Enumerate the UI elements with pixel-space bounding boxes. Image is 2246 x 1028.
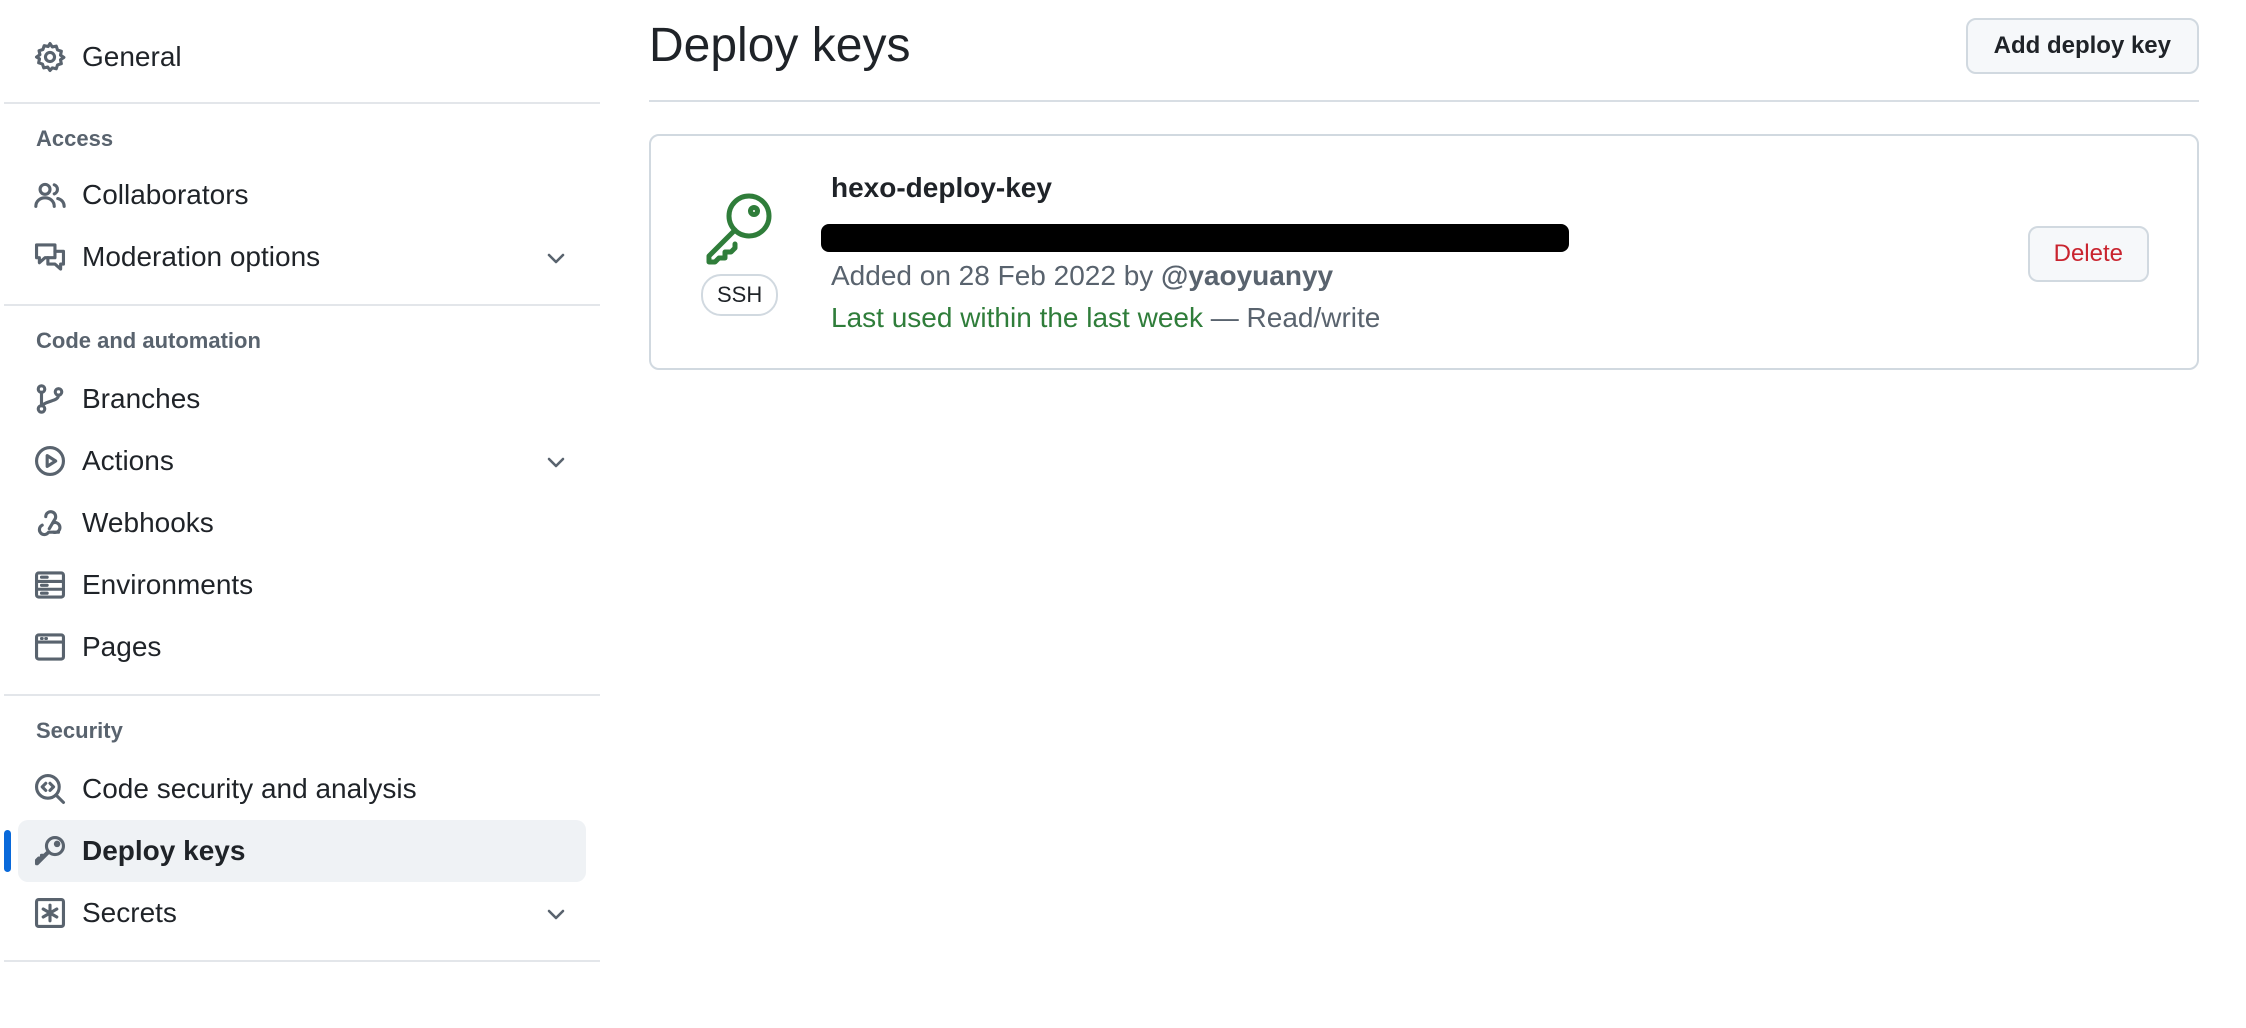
asterisk-icon bbox=[32, 895, 68, 931]
sidebar-item-label: Secrets bbox=[82, 897, 177, 928]
server-icon bbox=[32, 567, 68, 603]
chevron-down-icon[interactable] bbox=[544, 449, 568, 473]
main-content: Deploy keys Add deploy key SSH hexo-depl… bbox=[649, 0, 2199, 370]
chevron-down-icon[interactable] bbox=[544, 901, 568, 925]
sidebar-item-label: Environments bbox=[82, 569, 254, 600]
sidebar-item-actions[interactable]: Actions bbox=[18, 430, 586, 492]
sidebar-item-label: Moderation options bbox=[82, 241, 321, 272]
people-icon bbox=[32, 177, 68, 213]
key-type-badge: SSH bbox=[701, 274, 779, 316]
section-heading-security: Security bbox=[36, 718, 123, 743]
key-access-level: — Read/write bbox=[1202, 302, 1381, 333]
section-heading-code-automation: Code and automation bbox=[36, 328, 261, 353]
sidebar-item-deploy-keys[interactable]: Deploy keys bbox=[4, 820, 586, 882]
redacted-fingerprint bbox=[821, 224, 1569, 252]
key-added-user[interactable]: @yaoyuanyy bbox=[1161, 260, 1333, 291]
sidebar-item-label: Actions bbox=[82, 445, 174, 476]
sidebar-divider bbox=[4, 960, 600, 962]
section-heading-access: Access bbox=[36, 126, 114, 151]
sidebar-item-branches[interactable]: Branches bbox=[18, 368, 586, 430]
sidebar-item-label: Pages bbox=[82, 631, 162, 662]
sidebar-item-general[interactable]: General bbox=[18, 26, 586, 88]
page-title: Deploy keys bbox=[649, 19, 911, 72]
key-icon bbox=[699, 188, 779, 268]
settings-page: General Access Collaborators Moderation … bbox=[0, 0, 2246, 1028]
key-last-used: Last used within the last week bbox=[831, 302, 1203, 333]
sidebar-item-label: Webhooks bbox=[82, 507, 214, 538]
sidebar-item-label: Collaborators bbox=[82, 179, 249, 210]
sidebar-item-moderation-options[interactable]: Moderation options bbox=[18, 226, 586, 288]
sidebar-item-label: Branches bbox=[82, 383, 201, 414]
key-added-info: Added on 28 Feb 2022 by @yaoyuanyy bbox=[831, 260, 1333, 292]
sidebar-item-label: Deploy keys bbox=[82, 835, 246, 866]
deploy-key-card: SSH hexo-deploy-key Added on 28 Feb 2022… bbox=[649, 134, 2199, 370]
sidebar-item-label: General bbox=[82, 41, 182, 72]
git-branch-icon bbox=[32, 381, 68, 417]
active-indicator bbox=[4, 830, 11, 872]
add-deploy-key-button[interactable]: Add deploy key bbox=[1965, 18, 2199, 74]
sidebar-item-webhooks[interactable]: Webhooks bbox=[18, 492, 586, 554]
sidebar-item-code-security[interactable]: Code security and analysis bbox=[18, 758, 586, 820]
sidebar-item-pages[interactable]: Pages bbox=[18, 616, 586, 678]
webhook-icon bbox=[32, 505, 68, 541]
sidebar-item-label: Code security and analysis bbox=[82, 773, 417, 804]
sidebar-item-secrets[interactable]: Secrets bbox=[18, 882, 586, 944]
key-usage-info: Last used within the last week — Read/wr… bbox=[831, 302, 1380, 334]
key-added-date: Added on 28 Feb 2022 by bbox=[831, 260, 1162, 291]
sidebar-item-environments[interactable]: Environments bbox=[18, 554, 586, 616]
browser-icon bbox=[32, 629, 68, 665]
sidebar-item-collaborators[interactable]: Collaborators bbox=[18, 164, 586, 226]
settings-sidebar: General Access Collaborators Moderation … bbox=[4, 0, 600, 962]
gear-icon bbox=[32, 39, 68, 75]
chevron-down-icon[interactable] bbox=[544, 245, 568, 269]
delete-key-button[interactable]: Delete bbox=[2027, 226, 2149, 282]
comment-discussion-icon bbox=[32, 239, 68, 275]
codescan-icon bbox=[32, 771, 68, 807]
page-header: Deploy keys Add deploy key bbox=[649, 0, 2199, 102]
deploy-key-name: hexo-deploy-key bbox=[831, 172, 1052, 203]
play-icon bbox=[32, 443, 68, 479]
key-icon bbox=[32, 833, 68, 869]
